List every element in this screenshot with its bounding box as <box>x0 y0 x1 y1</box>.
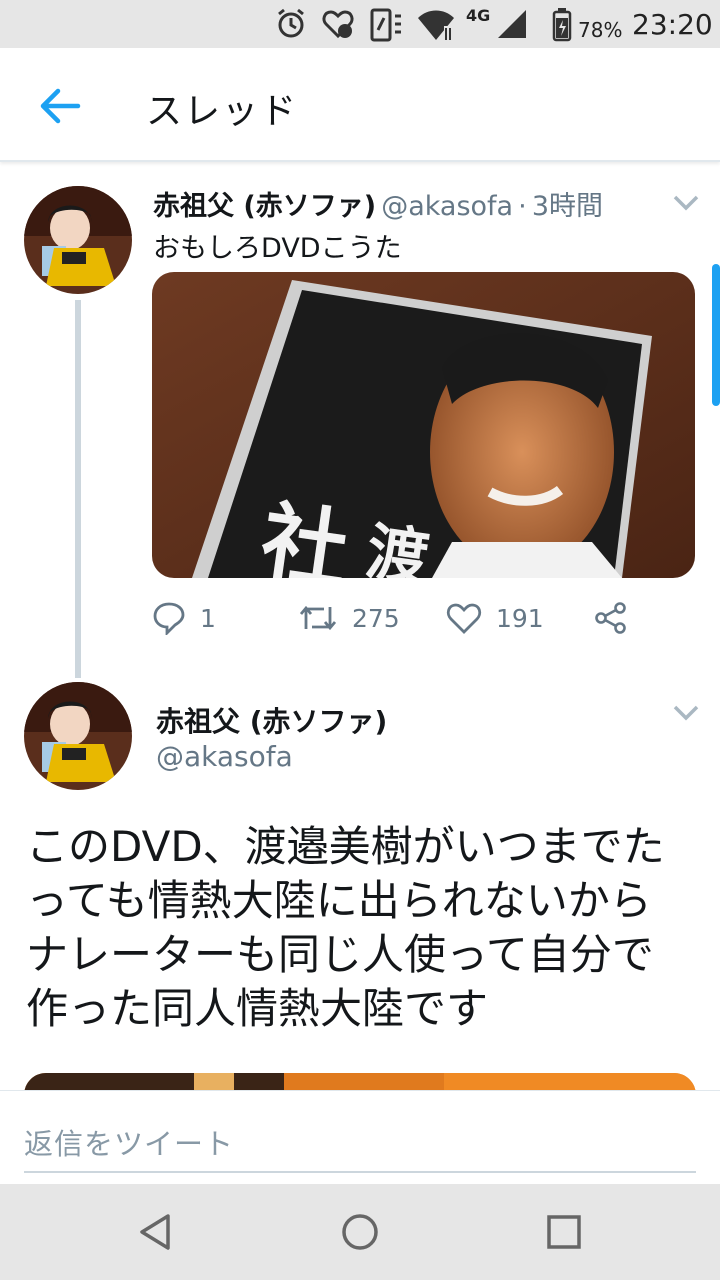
navigation-bar <box>0 1184 720 1280</box>
separator: · <box>518 191 527 222</box>
header: スレッド <box>0 48 720 162</box>
like-count: 191 <box>496 603 544 633</box>
reply-button[interactable]: 1 <box>152 598 216 638</box>
wifi-icon <box>418 10 454 42</box>
display-name[interactable]: 赤祖父 (赤ソファ) <box>156 700 387 740</box>
heart-sync-icon <box>322 10 354 39</box>
tweet-text-line: ナレーターも同じ人使って自分で <box>26 930 654 979</box>
signal-icon <box>498 10 526 38</box>
status-bar: 4G 78% 23:20 <box>0 0 720 48</box>
reply-bar: 返信をツイート <box>0 1090 720 1185</box>
share-button[interactable] <box>594 598 628 638</box>
tweet-text-line: 作った同人情熱大陸です <box>26 984 489 1033</box>
back-triangle-icon[interactable] <box>136 1212 176 1252</box>
battery-percent: 78% <box>578 18 623 42</box>
thread-line <box>75 300 81 678</box>
chevron-down-icon[interactable] <box>672 704 700 722</box>
retweet-icon <box>299 605 337 631</box>
tweet-text: このDVD、渡邉美樹がいつまでた っても情熱大陸に出られないから ナレーターも同… <box>26 820 706 1036</box>
clock: 23:20 <box>632 8 713 41</box>
handle[interactable]: @akasofa <box>156 740 293 773</box>
recents-square-icon[interactable] <box>544 1212 584 1252</box>
tweet-text: おもしろDVDこうた <box>153 233 402 264</box>
battery-charging-icon <box>552 8 572 42</box>
avatar[interactable] <box>24 186 132 294</box>
arrow-left-icon[interactable] <box>36 82 84 130</box>
like-button[interactable]: 191 <box>446 598 544 638</box>
retweet-count: 275 <box>352 603 400 633</box>
chevron-down-icon[interactable] <box>672 194 700 212</box>
reply-count: 1 <box>200 603 216 633</box>
tweet-text-line: っても情熱大陸に出られないから <box>26 876 652 925</box>
retweet-button[interactable]: 275 <box>298 598 400 638</box>
display-name[interactable]: 赤祖父 (赤ソファ) <box>153 191 376 222</box>
avatar[interactable] <box>24 682 132 790</box>
reply-input-underline <box>24 1171 696 1173</box>
svg-text:社: 社 <box>255 491 354 578</box>
home-circle-icon[interactable] <box>340 1212 380 1252</box>
reply-icon <box>153 602 185 635</box>
svg-text:渡: 渡 <box>362 515 434 578</box>
reply-input[interactable]: 返信をツイート <box>24 1121 234 1163</box>
heart-icon <box>446 603 482 634</box>
scroll-indicator[interactable] <box>712 264 720 406</box>
tweet-1-header: 赤祖父 (赤ソファ) @akasofa · 3時間 <box>153 184 603 223</box>
share-icon <box>595 602 626 634</box>
network-type: 4G <box>466 6 491 25</box>
tweet-photo[interactable]: 社 渡 <box>152 272 695 578</box>
vibrate-icon <box>370 8 401 42</box>
alarm-icon <box>278 8 304 38</box>
page-title: スレッド <box>146 91 299 132</box>
tweet-text-line: このDVD、渡邉美樹がいつまでた <box>26 822 665 871</box>
timestamp[interactable]: 3時間 <box>532 191 603 222</box>
handle[interactable]: @akasofa <box>381 191 513 222</box>
